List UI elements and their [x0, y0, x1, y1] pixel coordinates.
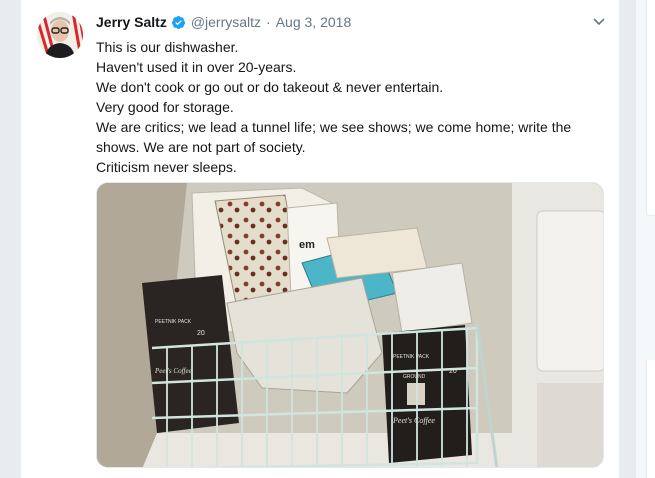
tweet-line: Very good for storage.	[96, 99, 234, 115]
author-handle[interactable]: @jerrysaltz	[191, 14, 261, 30]
sidebar-card	[646, 360, 655, 478]
tweet-photo[interactable]: em PEETNIK PACK 20 Peet's Coffee PEETNIK…	[96, 182, 604, 468]
dishwasher-photo: em PEETNIK PACK 20 Peet's Coffee PEETNIK…	[97, 183, 603, 467]
tweet-date[interactable]: Aug 3, 2018	[276, 14, 352, 30]
tweet-header: Jerry Saltz @jerrysaltz · Aug 3, 2018	[96, 12, 351, 32]
sidebar-card	[646, 0, 655, 216]
avatar[interactable]	[37, 12, 83, 58]
author-name[interactable]: Jerry Saltz	[96, 14, 167, 30]
right-sidebar	[636, 0, 655, 478]
chevron-down-icon[interactable]	[591, 13, 607, 29]
tweet-line: We are critics; we lead a tunnel life; w…	[96, 119, 576, 155]
tweet-line: This is our dishwasher.	[96, 39, 239, 55]
bag-label-right: PEETNIK PACK	[393, 354, 430, 360]
tweet-text: This is our dishwasher. Haven't used it …	[96, 37, 606, 177]
bag-grind-right: GROUND	[403, 374, 426, 380]
tweet-line: Criticism never sleeps.	[96, 159, 237, 175]
avatar-image	[37, 12, 83, 58]
bag-label-left: PEETNIK PACK	[155, 319, 192, 325]
bag-size-left: 20	[197, 330, 205, 337]
bag-brand-left: Peet's Coffee	[154, 367, 192, 375]
tweet-line: Haven't used it in over 20-years.	[96, 59, 297, 75]
tweet-line: We don't cook or go out or do takeout & …	[96, 79, 444, 95]
separator-dot: ·	[266, 14, 271, 30]
box-label: em	[299, 239, 315, 251]
verified-badge-icon	[171, 15, 186, 30]
bag-brand-right: Peet's Coffee	[392, 416, 435, 425]
tweet-card[interactable]: Jerry Saltz @jerrysaltz · Aug 3, 2018 Th…	[20, 0, 620, 478]
